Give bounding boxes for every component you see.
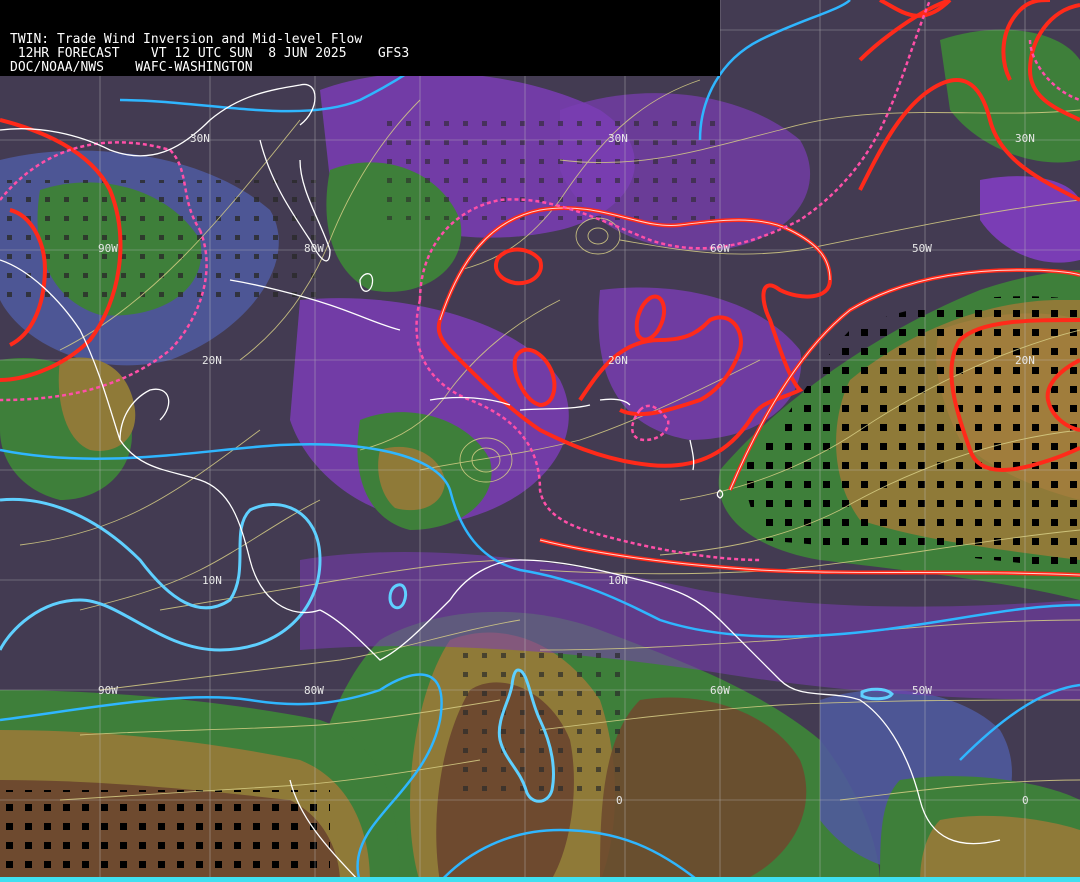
chart-title: TWIN: Trade Wind Inversion and Mid-level… (10, 32, 363, 47)
lon-label-90w-north: 90W (98, 242, 118, 255)
bottom-border (0, 877, 1080, 882)
lon-label-50w-south: 50W (912, 684, 932, 697)
lon-label-90w-south: 90W (98, 684, 118, 697)
lon-label-60w-south: 60W (710, 684, 730, 697)
forecast-valid-time: 12HR FORECAST VT 12 UTC SUN 8 JUN 2025 G… (10, 46, 410, 61)
lat-label-20n-east: 20N (1015, 354, 1035, 367)
lat-label-30n-east: 30N (1015, 132, 1035, 145)
lat-label-10n-center: 10N (608, 574, 628, 587)
lon-label-50w-north: 50W (912, 242, 932, 255)
lon-label-60w-north: 60W (710, 242, 730, 255)
lat-label-20n-center: 20N (608, 354, 628, 367)
lat-label-0-east: 0 (1022, 794, 1029, 807)
lon-label-80w-north: 80W (304, 242, 324, 255)
chart-header: TWIN: Trade Wind Inversion and Mid-level… (0, 0, 720, 76)
issuing-agency: DOC/NOAA/NWS WAFC-WASHINGTON (10, 60, 253, 75)
lat-label-20n-west: 20N (202, 354, 222, 367)
lon-label-80w-south: 80W (304, 684, 324, 697)
lat-label-10n-west: 10N (202, 574, 222, 587)
weather-map: 30N 30N 30N 20N 20N 20N 10N 10N 0 0 90W … (0, 0, 1080, 882)
lat-label-30n-center: 30N (608, 132, 628, 145)
lat-label-30n-west: 30N (190, 132, 210, 145)
lat-label-0-center: 0 (616, 794, 623, 807)
